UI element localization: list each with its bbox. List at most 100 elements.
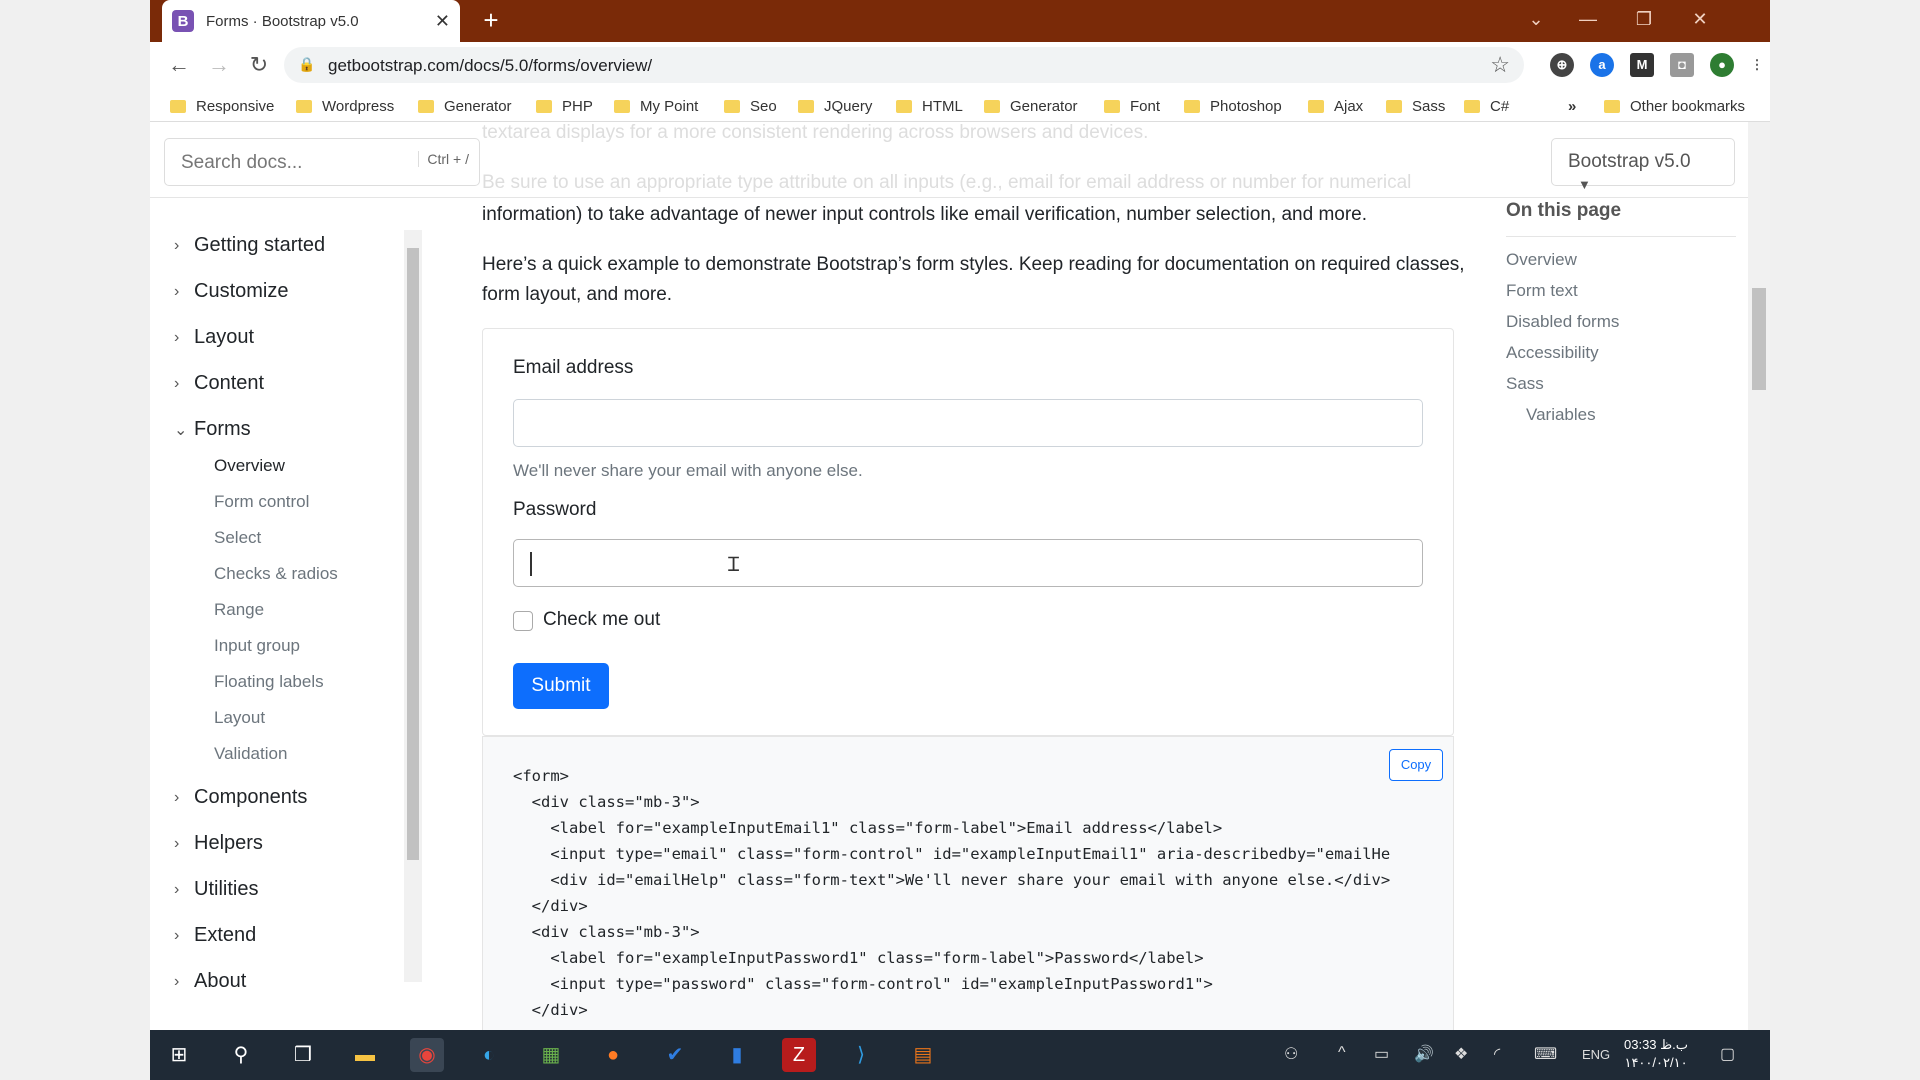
reload-icon[interactable]: ↻: [244, 51, 274, 81]
toc-item-disabled-forms[interactable]: Disabled forms: [1506, 312, 1619, 332]
dropbox-icon[interactable]: ❖: [1454, 1044, 1468, 1064]
other-bookmarks-folder[interactable]: Other bookmarks: [1604, 95, 1745, 117]
sidebar-scrollbar[interactable]: [404, 230, 422, 982]
volume-icon[interactable]: 🔊: [1414, 1044, 1434, 1064]
caret-down-icon: ▼: [1578, 177, 1591, 192]
email-label: Email address: [513, 357, 634, 378]
back-arrow-icon[interactable]: ←: [164, 51, 194, 81]
address-bar[interactable]: 🔒 getbootstrap.com/docs/5.0/forms/overvi…: [284, 47, 1524, 83]
toc-item-accessibility[interactable]: Accessibility: [1506, 343, 1599, 363]
app-icon[interactable]: ▮: [720, 1038, 754, 1072]
toc-item-overview[interactable]: Overview: [1506, 250, 1577, 270]
forward-arrow-icon[interactable]: →: [204, 51, 234, 81]
sidebar-section-extend[interactable]: › Extend: [174, 924, 256, 947]
faded-text: Be sure to use an appropriate type attri…: [482, 172, 1412, 193]
minimize-button[interactable]: —: [1568, 4, 1608, 34]
search-icon[interactable]: ⚲: [224, 1038, 258, 1072]
email-field[interactable]: [513, 399, 1423, 447]
task-view-icon[interactable]: ❒: [286, 1038, 320, 1072]
chrome-icon[interactable]: ◉: [410, 1038, 444, 1072]
version-dropdown[interactable]: Bootstrap v5.0 ▼: [1551, 138, 1735, 192]
sidebar-section-components[interactable]: › Components: [174, 786, 307, 809]
bookmark-folder[interactable]: Ajax: [1308, 95, 1363, 117]
paragraph: information) to take advantage of newer …: [482, 204, 1368, 225]
folder-icon: [170, 99, 186, 113]
close-tab-icon[interactable]: ✕: [435, 11, 450, 32]
toc-item-variables[interactable]: Variables: [1526, 405, 1596, 425]
submit-button[interactable]: Submit: [513, 663, 609, 709]
bookmark-folder[interactable]: My Point: [614, 95, 698, 117]
sidebar-item-input-group[interactable]: Input group: [214, 636, 300, 656]
bookmark-folder[interactable]: Seo: [724, 95, 777, 117]
app-icon[interactable]: ▤: [906, 1038, 940, 1072]
notifications-icon[interactable]: ▢: [1720, 1044, 1735, 1064]
extension-icon[interactable]: ●: [1710, 53, 1734, 77]
extension-icon[interactable]: ⊕: [1550, 53, 1574, 77]
search-docs-input[interactable]: Search docs... Ctrl + /: [164, 138, 480, 186]
filezilla-icon[interactable]: Z: [782, 1038, 816, 1072]
people-icon[interactable]: ⚇: [1284, 1044, 1298, 1064]
clock[interactable]: 03:33 ب.ظ ۱۴۰۰/۰۲/۱۰: [1624, 1036, 1688, 1072]
bookmark-folder[interactable]: Responsive: [170, 95, 274, 117]
page-scrollbar[interactable]: [1748, 122, 1770, 1030]
bookmark-folder[interactable]: Generator: [984, 95, 1078, 117]
sidebar-scrollbar-thumb[interactable]: [407, 248, 419, 860]
bookmark-folder[interactable]: C#: [1464, 95, 1509, 117]
close-window-button[interactable]: ✕: [1680, 4, 1720, 34]
sidebar-section-getting-started[interactable]: › Getting started: [174, 234, 325, 257]
browser-tab[interactable]: B Forms · Bootstrap v5.0 ✕: [162, 0, 460, 42]
toc-item-form-text[interactable]: Form text: [1506, 281, 1578, 301]
windows-start-icon[interactable]: ⊞: [162, 1038, 196, 1072]
battery-icon[interactable]: ▭: [1374, 1044, 1389, 1064]
password-field[interactable]: Ɪ: [513, 539, 1423, 587]
more-menu-icon[interactable]: ⋮: [1750, 53, 1764, 77]
chevron-up-icon[interactable]: ^: [1338, 1044, 1346, 1062]
bookmark-folder[interactable]: Photoshop: [1184, 95, 1282, 117]
sidebar-section-layout[interactable]: › Layout: [174, 326, 254, 349]
edge-icon[interactable]: ◐: [472, 1038, 506, 1072]
keyboard-icon[interactable]: ⌨: [1534, 1044, 1557, 1064]
camera-icon[interactable]: ◘: [1670, 53, 1694, 77]
sidebar-item-overview[interactable]: Overview: [214, 456, 285, 476]
sidebar-item-form-control[interactable]: Form control: [214, 492, 309, 512]
extension-icon[interactable]: M: [1630, 53, 1654, 77]
new-tab-button[interactable]: +: [476, 6, 506, 36]
wifi-icon[interactable]: ◜: [1494, 1044, 1500, 1064]
sidebar-section-customize[interactable]: › Customize: [174, 280, 288, 303]
sidebar-section-about[interactable]: › About: [174, 970, 246, 993]
tab-search-icon[interactable]: ⌄: [1516, 4, 1556, 34]
page-scrollbar-thumb[interactable]: [1752, 288, 1766, 390]
bookmark-folder[interactable]: Wordpress: [296, 95, 394, 117]
sidebar-item-range[interactable]: Range: [214, 600, 264, 620]
sidebar-item-validation[interactable]: Validation: [214, 744, 287, 764]
bookmark-folder[interactable]: Generator: [418, 95, 512, 117]
sidebar-item-checks-radios[interactable]: Checks & radios: [214, 564, 338, 584]
extension-icon[interactable]: a: [1590, 53, 1614, 77]
firefox-icon[interactable]: ●: [596, 1038, 630, 1072]
sidebar-section-utilities[interactable]: › Utilities: [174, 878, 258, 901]
app-icon[interactable]: ▦: [534, 1038, 568, 1072]
check-me-out-label[interactable]: Check me out: [543, 609, 660, 631]
folder-icon: [984, 99, 1000, 113]
bookmark-star-icon[interactable]: ☆: [1490, 52, 1510, 78]
restore-button[interactable]: ❐: [1624, 4, 1664, 34]
bookmark-folder[interactable]: HTML: [896, 95, 963, 117]
bookmark-folder[interactable]: PHP: [536, 95, 593, 117]
sidebar-item-layout[interactable]: Layout: [214, 708, 265, 728]
sidebar-section-helpers[interactable]: › Helpers: [174, 832, 263, 855]
bookmark-folder[interactable]: Font: [1104, 95, 1160, 117]
sidebar-section-forms[interactable]: ⌄ Forms: [174, 418, 251, 441]
file-explorer-icon[interactable]: ▬: [348, 1038, 382, 1072]
sidebar-section-content[interactable]: › Content: [174, 372, 264, 395]
sidebar-item-select[interactable]: Select: [214, 528, 261, 548]
sidebar-item-floating-labels[interactable]: Floating labels: [214, 672, 324, 692]
vscode-icon[interactable]: ⟩: [844, 1038, 878, 1072]
todo-icon[interactable]: ✔: [658, 1038, 692, 1072]
bookmark-folder[interactable]: JQuery: [798, 95, 872, 117]
check-me-out-checkbox[interactable]: [513, 611, 533, 631]
toc-item-sass[interactable]: Sass: [1506, 374, 1544, 394]
more-bookmarks-chevron-icon[interactable]: »: [1568, 95, 1576, 117]
bookmark-folder[interactable]: Sass: [1386, 95, 1445, 117]
copy-button[interactable]: Copy: [1389, 749, 1443, 781]
language-indicator[interactable]: ENG: [1582, 1047, 1610, 1062]
